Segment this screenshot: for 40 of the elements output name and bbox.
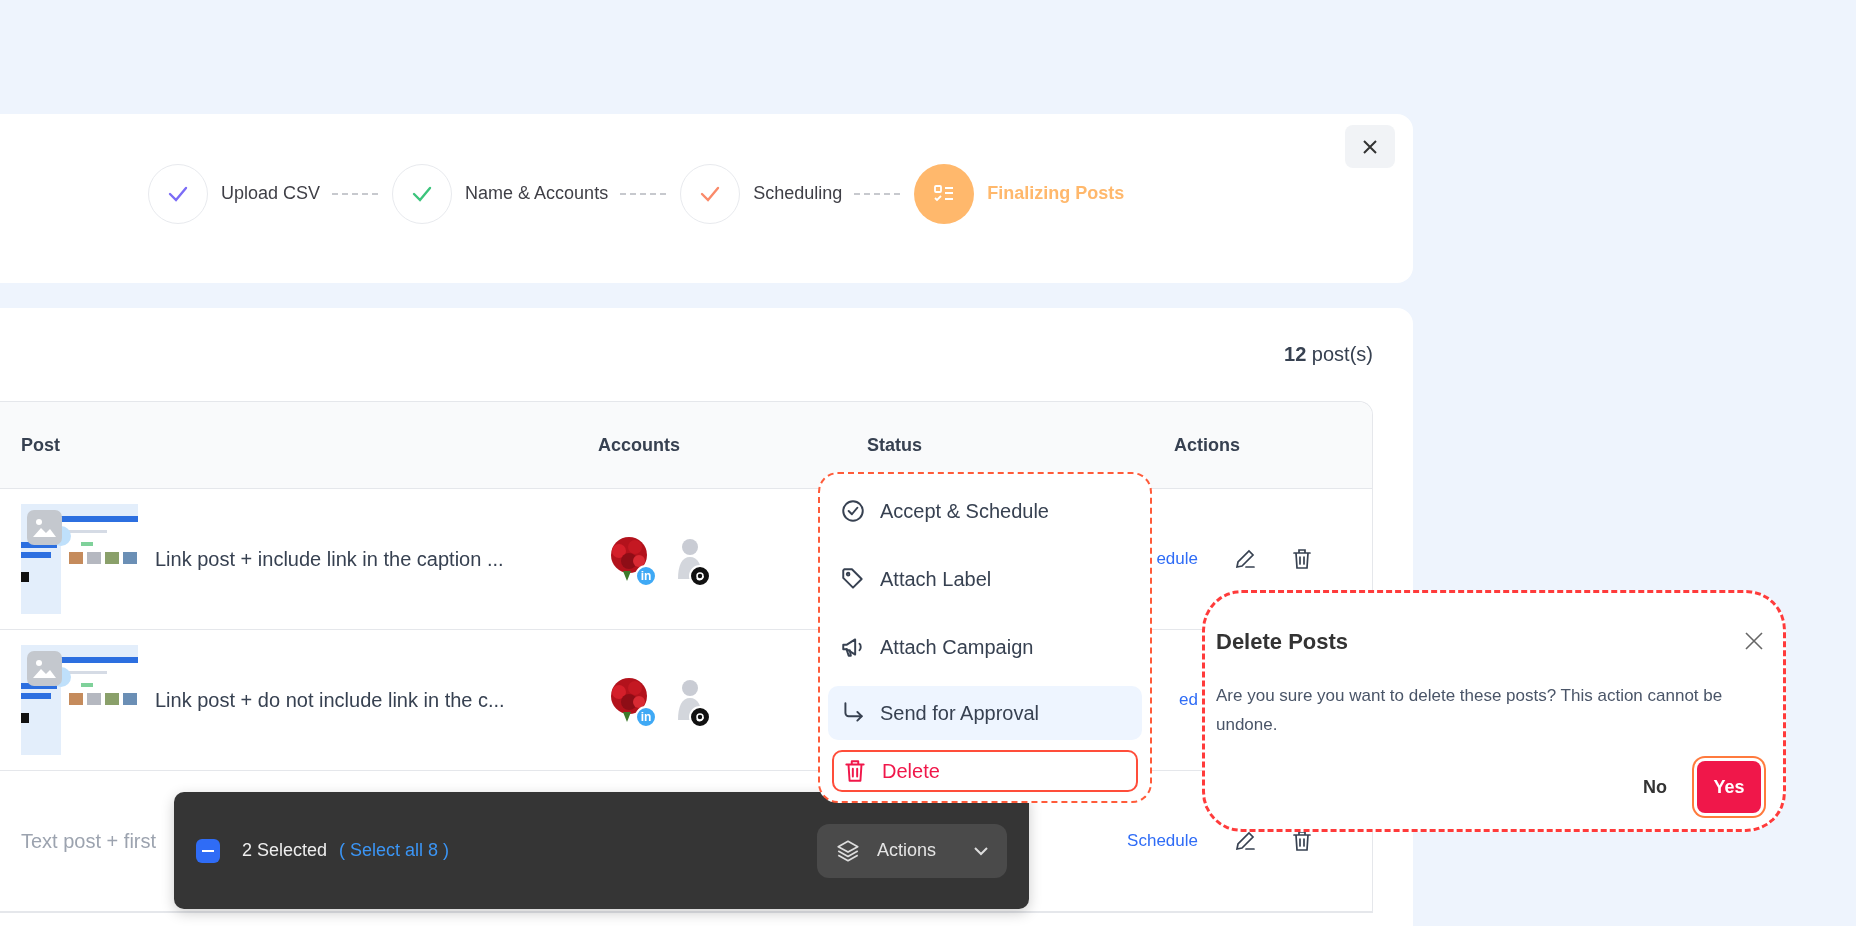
threads-badge-icon: [689, 565, 711, 587]
schedule-link[interactable]: Schedule: [1080, 831, 1198, 851]
check-circle-icon: [840, 498, 866, 524]
column-header: Post: [21, 434, 60, 455]
image-icon: [27, 651, 62, 686]
menu-item[interactable]: Send for Approval: [828, 686, 1142, 740]
menu-item[interactable]: Attach Label: [828, 550, 1142, 608]
column-header: Status: [867, 434, 922, 455]
menu-item[interactable]: Accept & Schedule: [828, 482, 1142, 540]
edit-icon[interactable]: [1233, 829, 1257, 853]
select-all-link[interactable]: ( Select all 8 ): [339, 840, 450, 861]
threads-badge-icon: [689, 706, 711, 728]
trash-icon[interactable]: [1290, 547, 1314, 571]
image-icon: [27, 510, 62, 545]
step-label: Scheduling: [753, 183, 843, 204]
close-button[interactable]: [1345, 125, 1395, 168]
dialog-title: Delete Posts: [1216, 629, 1349, 655]
step-label: Finalizing Posts: [987, 183, 1125, 204]
menu-item[interactable]: Attach Campaign: [828, 618, 1142, 676]
step-label: Upload CSV: [221, 183, 321, 204]
column-header: Actions: [1174, 434, 1240, 455]
actions-button[interactable]: Actions: [817, 823, 1007, 878]
selected-count: 2 Selected: [242, 840, 328, 861]
menu-item[interactable]: Delete: [832, 750, 1138, 792]
post-caption: Text post + first: [21, 829, 157, 853]
select-checkbox[interactable]: [196, 838, 220, 863]
dialog-message: Are you sure you want to delete these posts? This action cannot be undone.: [1216, 685, 1724, 736]
post-caption: Link post + include link in the caption ...: [155, 547, 504, 571]
cancel-button[interactable]: No: [1637, 775, 1673, 799]
minus-icon: [202, 849, 214, 852]
network-badge: in: [635, 565, 657, 587]
trash-icon[interactable]: [1290, 829, 1314, 853]
network-badge: in: [635, 706, 657, 728]
post-caption: Link post + do not include link in the c...: [155, 688, 505, 712]
trash-icon: [842, 758, 868, 784]
step-label: Name & Accounts: [465, 183, 609, 204]
column-header: Accounts: [598, 434, 680, 455]
edit-icon[interactable]: [1233, 547, 1257, 571]
post-count: 12 post(s): [1284, 343, 1373, 366]
chevron-down-icon: [973, 845, 989, 856]
